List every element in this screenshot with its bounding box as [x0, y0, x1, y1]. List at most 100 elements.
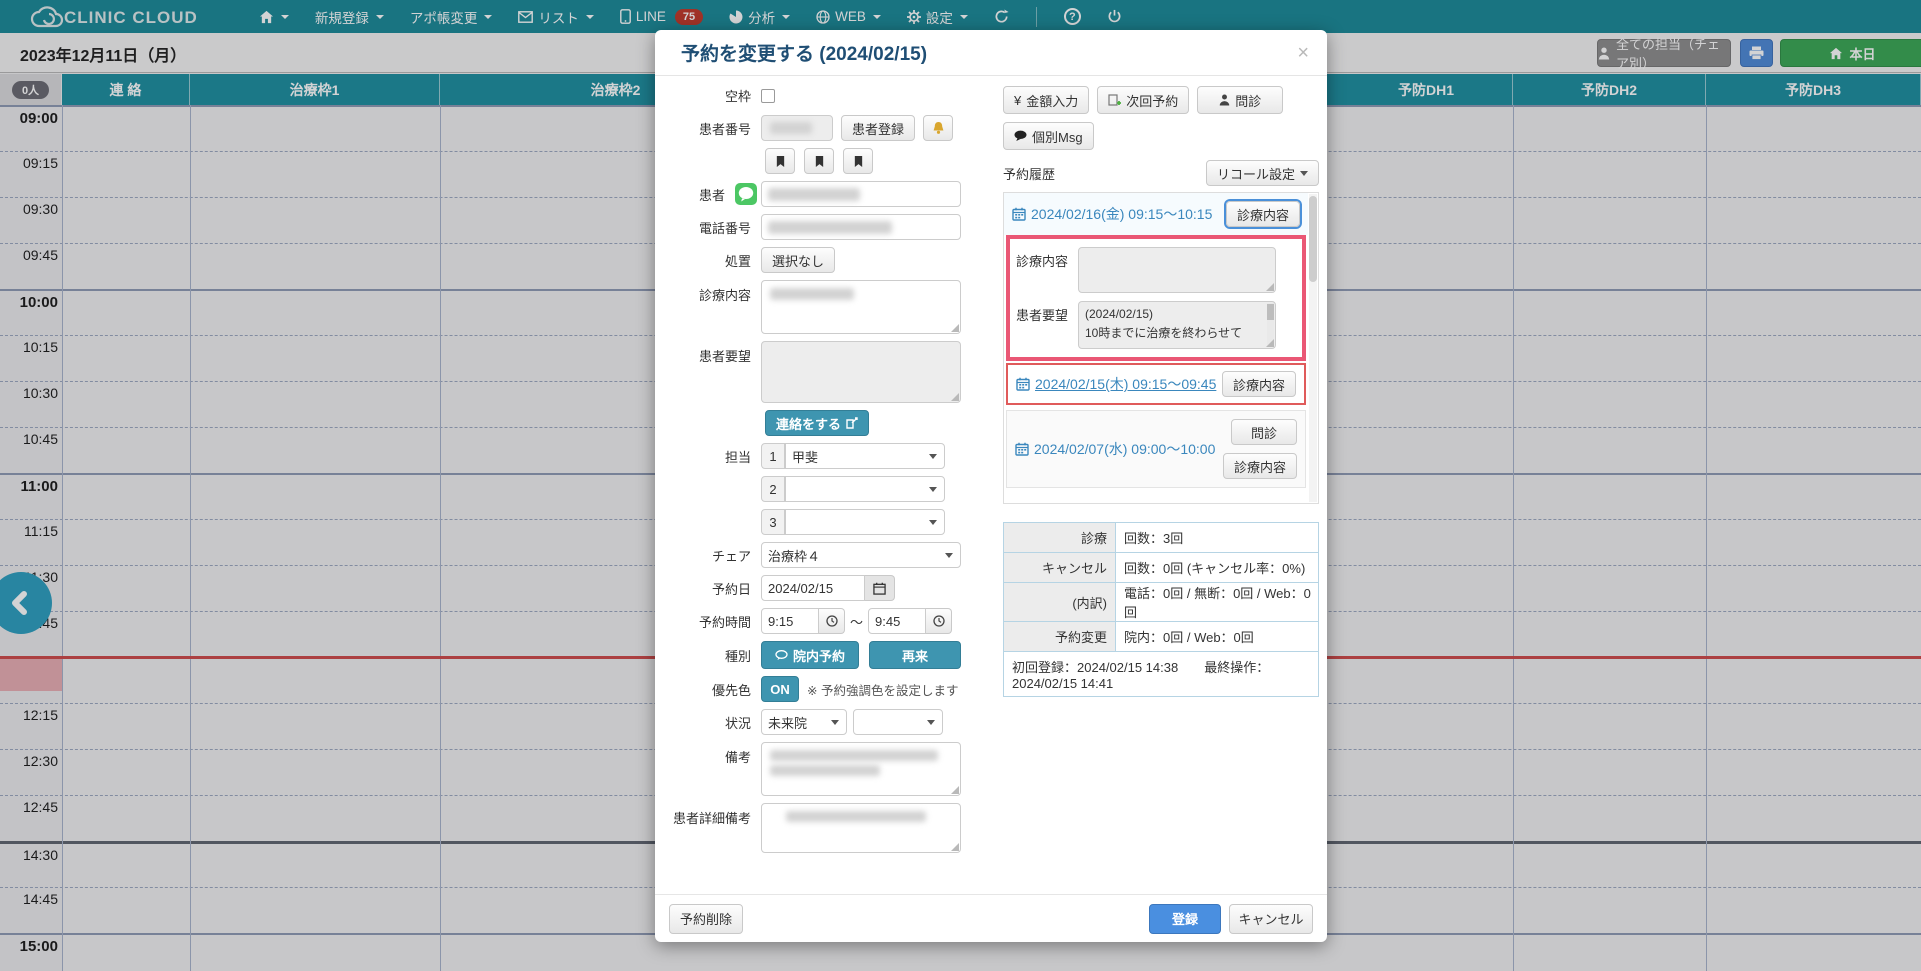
chevron-down-icon: [1300, 171, 1308, 176]
scrollbar-thumb[interactable]: [1309, 196, 1317, 282]
priority-color-toggle[interactable]: ON: [761, 676, 799, 702]
calendar-icon: [1015, 442, 1029, 456]
bell-button[interactable]: [923, 115, 953, 141]
table-row: (内訳) 電話：0回 / 無断：0回 / Web：0回: [1004, 583, 1319, 622]
time-from-clock-button[interactable]: [819, 608, 845, 634]
interview-button[interactable]: 問診: [1197, 86, 1283, 114]
staff3-select[interactable]: [785, 509, 945, 535]
priority-color-label: 優先色: [665, 680, 761, 699]
history-entry-link[interactable]: 2024/02/15(木) 09:15～09:45: [1016, 374, 1216, 394]
patient-detail-memo-label: 患者詳細備考: [665, 803, 761, 827]
calendar-icon: [1016, 377, 1030, 391]
staff2-number: 2: [761, 476, 785, 502]
message-bubble-icon: [1014, 130, 1027, 142]
care-detail-textarea[interactable]: [761, 280, 961, 334]
phone-input[interactable]: [761, 214, 961, 240]
bookmark-button-2[interactable]: [804, 148, 834, 174]
scrollbar[interactable]: [1309, 194, 1317, 502]
delete-reservation-button[interactable]: 予約削除: [669, 904, 743, 934]
staff-label: 担当: [665, 447, 761, 466]
contact-button[interactable]: 連絡をする: [765, 410, 869, 436]
chevron-down-icon: [929, 487, 937, 492]
chair-label: チェア: [665, 546, 761, 565]
memo-label: 備考: [665, 742, 761, 766]
close-icon[interactable]: ×: [1297, 43, 1309, 63]
reservation-time-label: 予約時間: [665, 612, 761, 631]
chair-select[interactable]: 治療枠４: [761, 542, 961, 568]
clock-icon: [826, 615, 838, 627]
resize-grip[interactable]: [951, 843, 959, 851]
patient-request-label: 患者要望: [665, 341, 761, 365]
patient-no-input[interactable]: [761, 115, 833, 141]
patient-detail-memo-textarea[interactable]: [761, 803, 961, 853]
time-to-clock-button[interactable]: [926, 608, 952, 634]
recall-settings-button[interactable]: リコール設定: [1206, 160, 1319, 186]
kind-label: 種別: [665, 646, 761, 665]
external-link-icon: [846, 417, 858, 429]
detail-request-label: 患者要望: [1016, 301, 1078, 349]
history-entry: 2024/02/16(金) 09:15～10:15 診療内容: [1004, 193, 1308, 235]
chevron-down-icon: [929, 454, 937, 459]
care-detail-button[interactable]: 診療内容: [1226, 201, 1300, 227]
treatment-none-button[interactable]: 選択なし: [761, 247, 835, 273]
time-from-input[interactable]: 9:15: [761, 608, 819, 634]
chevron-down-icon: [927, 720, 935, 725]
history-entry-link[interactable]: 2024/02/07(水) 09:00～10:00: [1015, 439, 1215, 459]
reservation-date-input[interactable]: 2024/02/15: [761, 575, 865, 601]
care-detail-label: 診療内容: [665, 280, 761, 304]
modal-header: 予約を変更する (2024/02/15) ×: [655, 30, 1327, 76]
individual-message-button[interactable]: 個別Msg: [1003, 122, 1094, 150]
in-clinic-reservation-button[interactable]: 院内予約: [761, 641, 859, 669]
yen-icon: ¥: [1014, 93, 1021, 108]
patient-register-button[interactable]: 患者登録: [841, 115, 915, 141]
cancel-button[interactable]: キャンセル: [1229, 904, 1313, 934]
reservation-side-panel: ¥ 金額入力 次回予約 問診 個別Msg 予約履歴: [1003, 86, 1319, 894]
bookmark-button-3[interactable]: [843, 148, 873, 174]
bookmark-icon: [775, 155, 786, 168]
reservation-form: 空枠 患者番号 患者登録 患者: [665, 86, 999, 894]
clock-icon: [933, 615, 945, 627]
bookmark-button-1[interactable]: [765, 148, 795, 174]
resize-grip: [951, 393, 959, 401]
resize-grip[interactable]: [951, 324, 959, 332]
status-select[interactable]: 未来院: [761, 709, 847, 735]
resize-grip[interactable]: [1266, 339, 1274, 347]
bell-icon: [932, 121, 945, 135]
modal-title: 予約を変更する (2024/02/15): [681, 39, 927, 66]
bookmark-icon: [814, 155, 825, 168]
detail-care-textarea: [1078, 247, 1276, 293]
time-to-input[interactable]: 9:45: [868, 608, 926, 634]
staff1-number: 1: [761, 443, 785, 469]
calendar-picker-button[interactable]: [865, 575, 895, 601]
detail-request-textarea[interactable]: (2024/02/15) 10時までに治療を終わらせて: [1078, 301, 1276, 349]
revisit-button[interactable]: 再来: [869, 641, 961, 669]
status-sub-select[interactable]: [853, 709, 943, 735]
staff2-select[interactable]: [785, 476, 945, 502]
bookmark-icon: [853, 155, 864, 168]
table-row: 初回登録：2024/02/15 14:38 最終操作：2024/02/15 14…: [1004, 652, 1319, 697]
patient-name-input[interactable]: [761, 181, 961, 207]
chevron-down-icon: [945, 553, 953, 558]
calendar-icon: [1012, 207, 1026, 221]
next-reservation-button[interactable]: 次回予約: [1097, 86, 1189, 114]
resize-grip: [1266, 283, 1274, 291]
status-label: 状況: [665, 713, 761, 732]
interview-button[interactable]: 問診: [1231, 419, 1297, 445]
care-detail-button[interactable]: 診療内容: [1223, 453, 1297, 479]
history-entry-current: 2024/02/15(木) 09:15～09:45 診療内容: [1006, 363, 1306, 405]
patient-label: 患者: [665, 185, 735, 204]
memo-textarea[interactable]: [761, 742, 961, 796]
history-panel: 2024/02/16(金) 09:15～10:15 診療内容 診療内容 患者要望: [1003, 192, 1319, 504]
history-detail-highlight: 診療内容 患者要望 (2024/02/15) 10時までに治療を終わらせて: [1006, 235, 1306, 361]
care-detail-button[interactable]: 診療内容: [1222, 371, 1296, 397]
history-entry-link[interactable]: 2024/02/16(金) 09:15～10:15: [1012, 204, 1212, 224]
empty-frame-checkbox[interactable]: [761, 89, 775, 103]
time-range-tilde: ～: [850, 612, 863, 631]
staff1-select[interactable]: 甲斐: [785, 443, 945, 469]
resize-grip[interactable]: [951, 786, 959, 794]
stats-footer: 初回登録：2024/02/15 14:38 最終操作：2024/02/15 14…: [1004, 652, 1319, 697]
priority-color-note: ※ 予約強調色を設定します: [807, 680, 958, 699]
submit-button[interactable]: 登録: [1149, 904, 1221, 934]
amount-input-button[interactable]: ¥ 金額入力: [1003, 86, 1089, 114]
speech-bubble-icon: [775, 650, 788, 661]
